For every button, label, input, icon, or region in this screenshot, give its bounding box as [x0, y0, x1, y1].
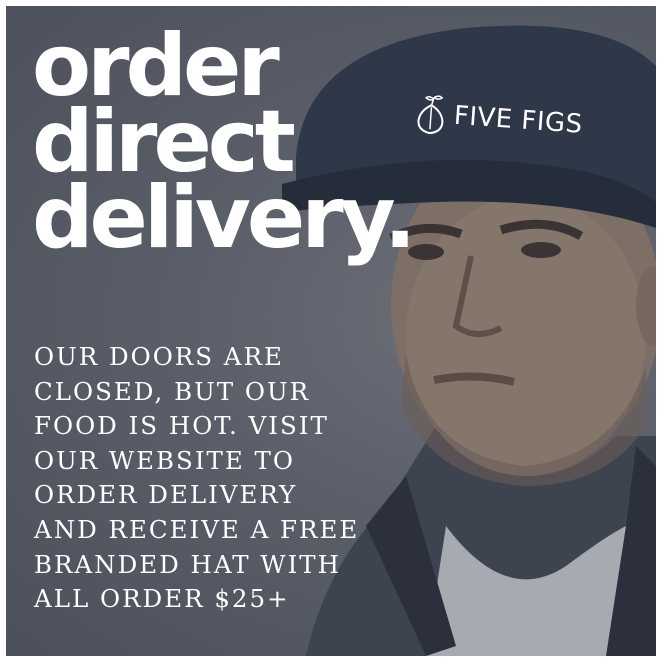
- promo-line: FOOD IS HOT. VISIT: [34, 411, 329, 441]
- promo-line: CLOSED, BUT OUR: [34, 376, 311, 406]
- promo-line: BRANDED HAT WITH: [34, 549, 341, 579]
- headline-line-3: delivery.: [32, 168, 416, 268]
- promo-line: ALL ORDER $25+: [34, 584, 290, 614]
- promo-line: AND RECEIVE A FREE: [34, 514, 360, 544]
- promo-line: OUR DOORS ARE: [34, 342, 284, 371]
- promo-line: ORDER DELIVERY: [34, 480, 298, 510]
- brand-name: FIVE FIGS: [452, 100, 584, 140]
- headline: order direct delivery.: [32, 23, 416, 268]
- promo-text: OUR DOORS ARE CLOSED, BUT OUR FOOD IS HO…: [34, 340, 414, 617]
- fig-icon: [417, 95, 444, 135]
- promo-graphic: order direct delivery. OUR DOORS ARE CLO…: [6, 6, 656, 656]
- promo-line: OUR WEBSITE TO: [34, 445, 295, 475]
